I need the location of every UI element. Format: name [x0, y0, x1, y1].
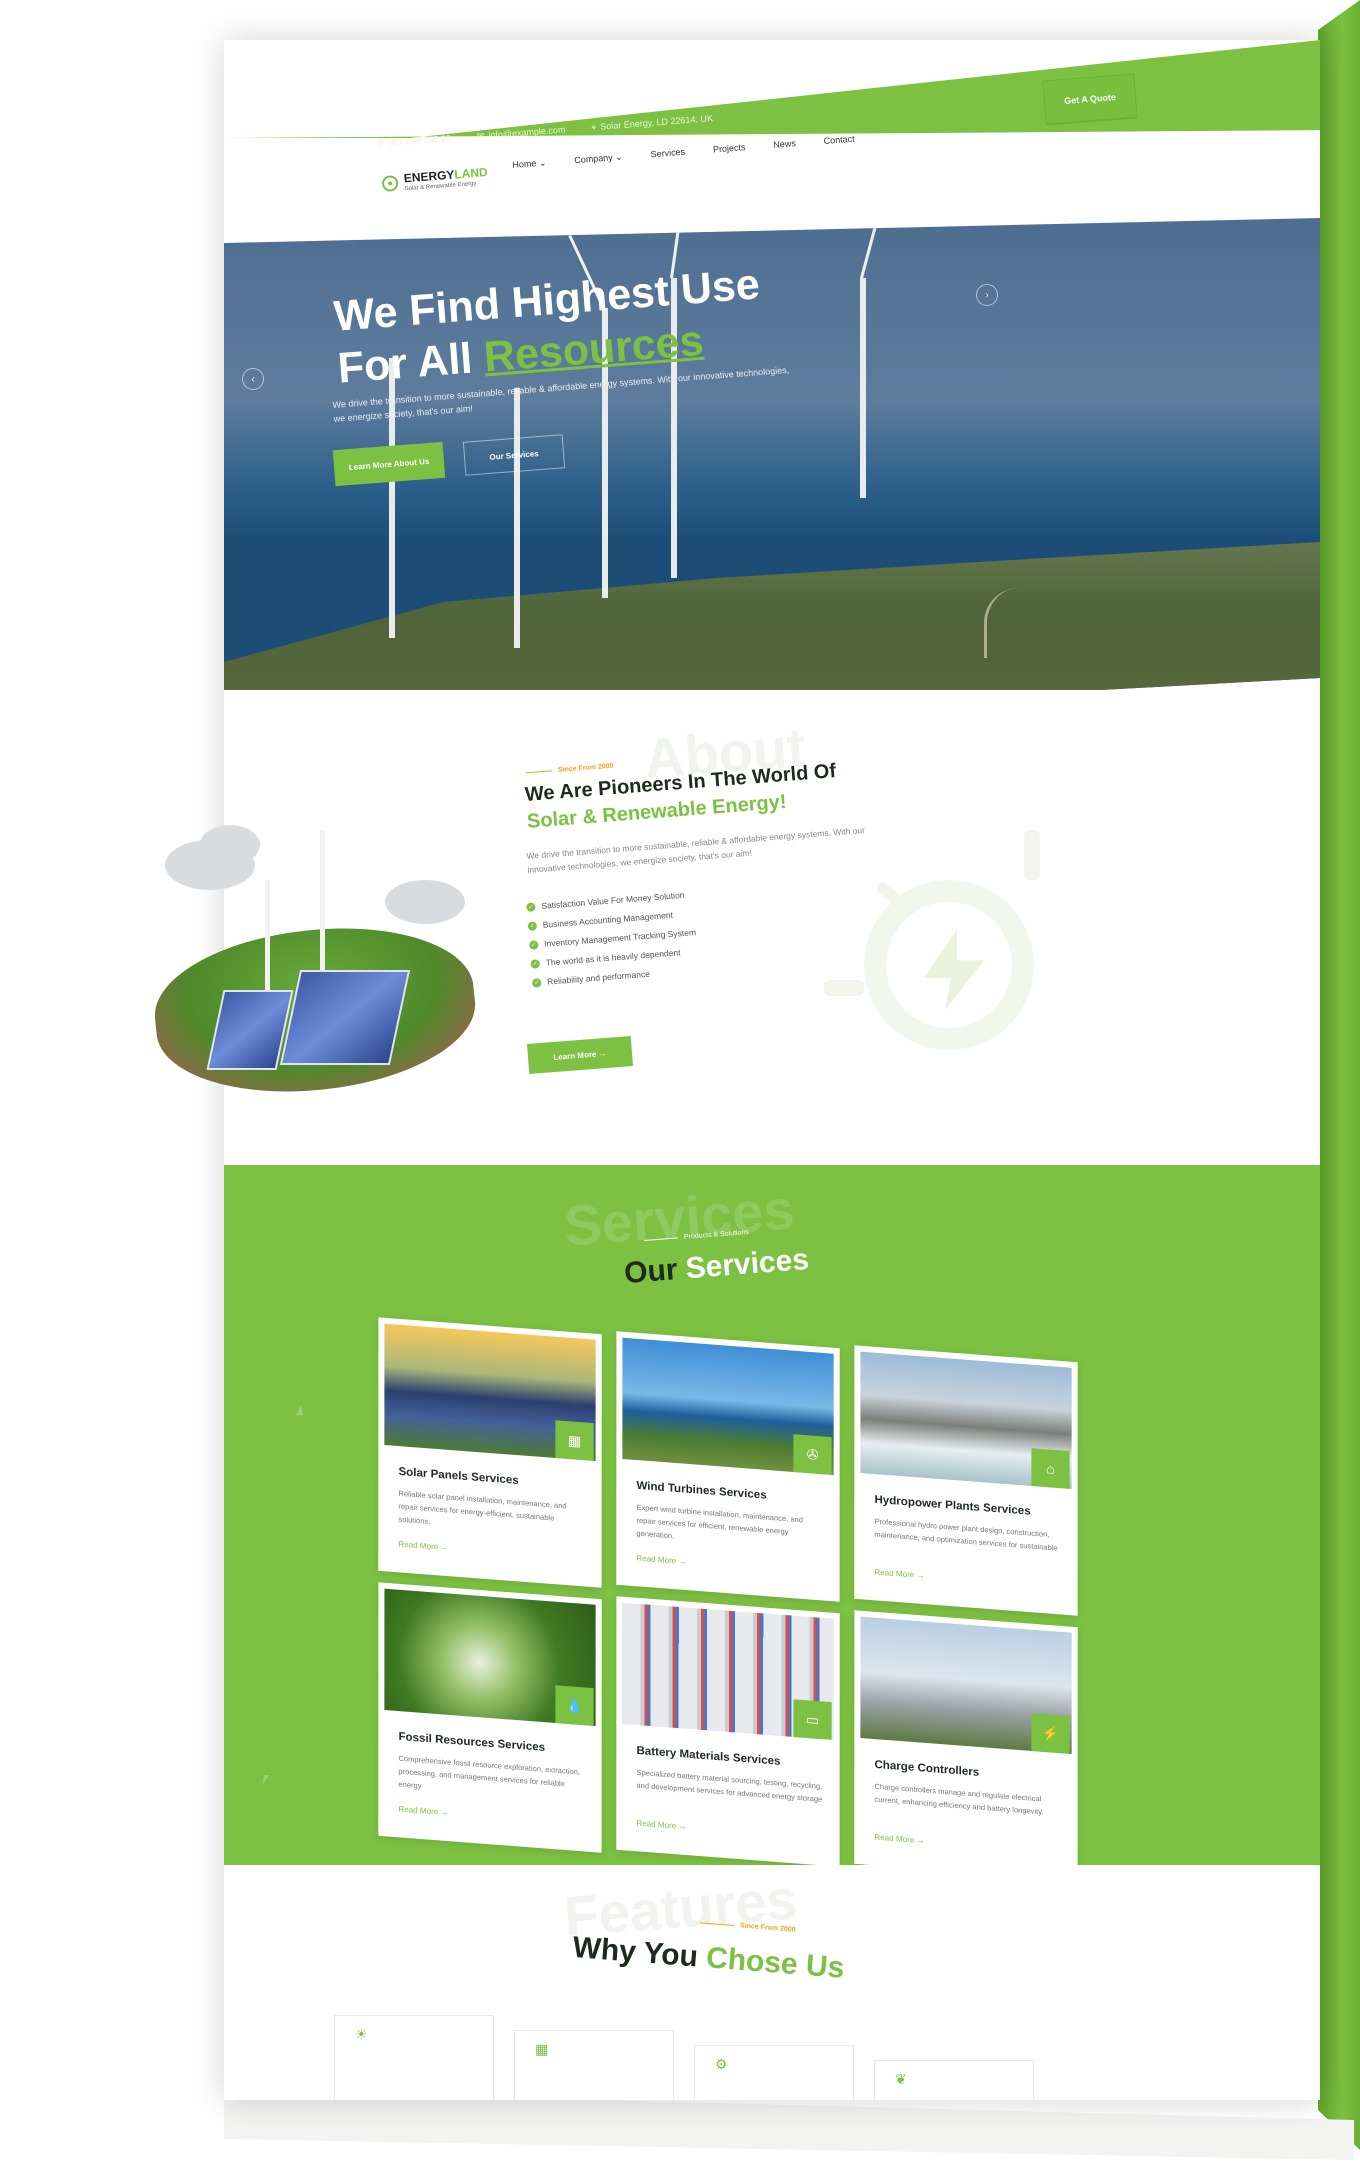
check-icon: ✓ — [526, 901, 536, 912]
feature-card[interactable]: ▦ — [514, 2030, 674, 2100]
get-quote-button[interactable]: Get A Quote — [1042, 73, 1138, 125]
service-card[interactable]: ▭ Battery Materials Services Specialized… — [616, 1596, 840, 1865]
service-card[interactable]: ⚡ Charge Controllers Charge controllers … — [854, 1610, 1078, 1865]
twitter-icon[interactable]: t — [1043, 55, 1047, 66]
read-more-link[interactable]: Read More → — [636, 1553, 686, 1566]
leaf-icon: ❦ — [895, 2071, 907, 2087]
feature-card[interactable]: ⚙ — [694, 2045, 854, 2100]
phone-icon: ✆ — [376, 137, 385, 149]
nav-item-news[interactable]: News — [773, 138, 796, 151]
read-more-link[interactable]: Read More → — [398, 1539, 448, 1552]
chevron-right-icon: › — [985, 289, 989, 301]
feature-card[interactable]: ❦ — [874, 2060, 1034, 2100]
location-icon: ⌖ — [590, 121, 597, 132]
services-section: Services Products & Solutions Our Servic… — [224, 1165, 1320, 1865]
check-icon: ✓ — [530, 958, 541, 969]
arrow-right-icon: → — [916, 1835, 925, 1846]
feature-card[interactable]: ☀ — [334, 2015, 494, 2100]
sun-icon — [381, 174, 399, 193]
features-section: Features Since From 2000 Why You Chose U… — [224, 1865, 1320, 2100]
chevron-down-icon: ⌄ — [538, 157, 547, 168]
mockup-stage: ✆ 987 098 098 09 ✉ info@example.com ⌖ Solar… — [0, 0, 1360, 2163]
renewable-island-illustration — [145, 820, 505, 1120]
battery-icon: ▭ — [793, 1699, 832, 1740]
energy-bulb-illustration — [824, 830, 1064, 1070]
arrow-right-icon: → — [678, 1556, 687, 1567]
slider-prev-button[interactable]: ‹ — [242, 368, 264, 390]
logo-name-part2: LAND — [453, 164, 489, 182]
hero-banner: We Find Highest Use For All Resources We… — [224, 218, 1320, 738]
arrow-right-icon: → — [916, 1570, 925, 1581]
wind-turbine — [265, 880, 270, 990]
about-since: Since From 2000 — [526, 763, 614, 777]
solar-panel-icon: ▦ — [555, 1420, 594, 1461]
chevron-left-icon: ‹ — [251, 373, 255, 385]
wind-turbine — [860, 278, 866, 498]
mockup-bottom-edge — [224, 2090, 1354, 2160]
arrow-right-icon: → — [440, 1807, 449, 1818]
wind-turbine — [514, 388, 520, 648]
slider-next-button[interactable]: › — [976, 284, 998, 306]
service-card[interactable]: ⌂ Hydropower Plants Services Professiona… — [854, 1345, 1078, 1616]
about-checklist: ✓ Satisfaction Value For Money Solution ✓… — [526, 889, 700, 997]
list-item: ✓ Inventory Management Tracking System — [528, 927, 696, 950]
wind-turbine — [320, 830, 325, 980]
arrow-right-icon: → — [598, 1048, 607, 1059]
check-icon: ✓ — [531, 977, 542, 988]
cloud — [385, 880, 465, 924]
hero-path — [984, 588, 1054, 658]
mail-icon: ✉ — [476, 130, 485, 141]
check-icon: ✓ — [528, 939, 539, 950]
linkedin-icon[interactable]: in — [1055, 54, 1064, 66]
solar-panel-icon: ▦ — [535, 2041, 549, 2057]
factory-icon: ⌂ — [1031, 1448, 1070, 1489]
learn-more-button[interactable]: Learn More → — [527, 1036, 633, 1074]
youtube-icon[interactable]: ▶ — [1072, 53, 1081, 65]
service-card[interactable]: 💧 Fossil Resources Services Comprehensiv… — [378, 1582, 602, 1853]
service-card[interactable]: ✇ Wind Turbines Services Expert wind tur… — [616, 1331, 840, 1602]
check-icon: ✓ — [527, 920, 538, 931]
gear-icon: ⚙ — [715, 2056, 728, 2072]
facebook-icon[interactable]: f — [1032, 56, 1036, 67]
sun-icon: ☀ — [355, 2026, 368, 2042]
mockup-right-edge — [1318, 0, 1360, 2150]
cloud — [200, 825, 260, 865]
service-card[interactable]: ▦ Solar Panels Services Reliable solar p… — [378, 1317, 602, 1588]
read-more-link[interactable]: Read More → — [874, 1832, 924, 1845]
nav-item-contact[interactable]: Contact — [823, 134, 855, 147]
skype-icon[interactable]: s — [1089, 52, 1095, 63]
plant-icon: ⚡ — [1031, 1713, 1070, 1754]
read-more-link[interactable]: Read More → — [398, 1804, 448, 1817]
drop-icon: 💧 — [555, 1685, 594, 1726]
list-item: ✓ The world as it is heavily dependent — [530, 946, 697, 969]
list-item: ✓ Satisfaction Value For Money Solution — [526, 889, 693, 912]
arrow-right-icon: → — [440, 1542, 449, 1553]
read-more-link[interactable]: Read More → — [874, 1567, 924, 1580]
list-item: ✓ Reliability and performance — [531, 965, 699, 988]
list-item: ✓ Business Accounting Management — [527, 908, 694, 931]
turbine-icon: ✇ — [793, 1434, 832, 1475]
arrow-right-icon: → — [678, 1821, 687, 1832]
read-more-link[interactable]: Read More → — [636, 1818, 686, 1831]
chevron-down-icon: ⌄ — [614, 151, 624, 163]
solar-panel — [279, 970, 411, 1065]
features-title: Why You Chose Us — [571, 1931, 846, 1985]
